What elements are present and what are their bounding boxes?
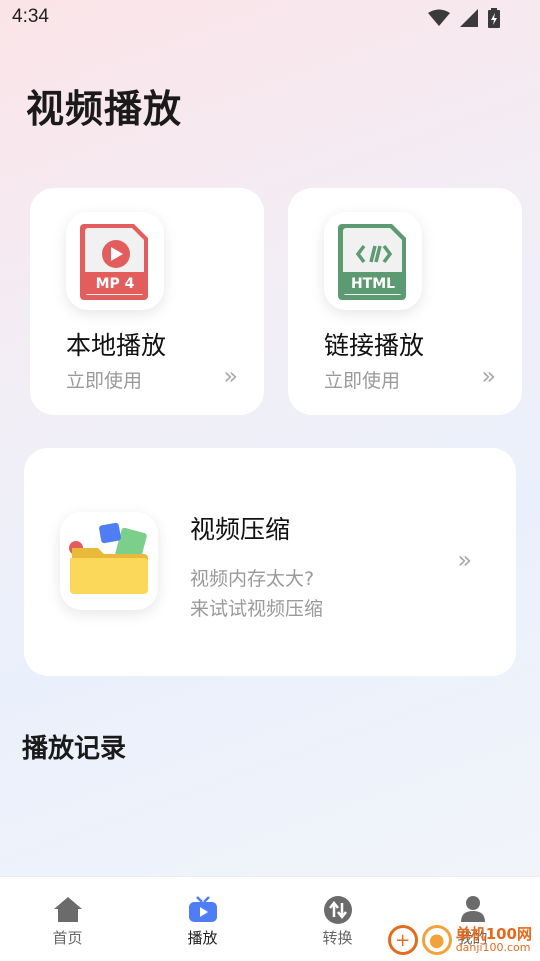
video-compress-card[interactable]: 视频压缩 视频内存太大? 来试试视频压缩 »: [24, 448, 516, 676]
tab-play[interactable]: 播放: [135, 877, 270, 961]
mp4-label: MP 4: [95, 276, 135, 292]
status-bar: 4:34: [0, 0, 540, 36]
tab-convert[interactable]: 转换: [270, 877, 405, 961]
person-icon: [460, 896, 485, 922]
status-icons: [428, 8, 500, 28]
folder-icon: [60, 512, 158, 610]
local-play-card[interactable]: MP 4 本地播放 立即使用 »: [30, 188, 264, 415]
status-time: 4:34: [12, 6, 49, 27]
tab-home-label: 首页: [52, 929, 83, 947]
link-play-subtitle: 立即使用: [324, 370, 401, 392]
watermark-logo-icon: +: [387, 925, 418, 955]
tab-play-label: 播放: [187, 929, 218, 947]
home-icon: [53, 897, 82, 922]
tab-home[interactable]: 首页: [0, 877, 135, 961]
wifi-icon: [428, 9, 450, 26]
history-section-title: 播放记录: [22, 734, 127, 764]
signal-icon: [460, 9, 478, 27]
tv-play-icon: [188, 896, 217, 922]
chevron-double-right-icon: »: [223, 362, 237, 390]
compress-title: 视频压缩: [190, 515, 291, 544]
watermark-top-text: 单机100网: [455, 924, 532, 943]
html-label: HTML: [350, 276, 396, 292]
link-play-card[interactable]: HTML 链接播放 立即使用 »: [288, 188, 522, 415]
compress-desc-line1: 视频内存太大?: [190, 568, 315, 590]
battery-icon: [488, 8, 500, 28]
chevron-double-right-icon: »: [481, 362, 495, 390]
page-title: 视频播放: [26, 87, 183, 131]
watermark-ring-icon: ●: [421, 925, 452, 955]
chevron-double-right-icon: »: [457, 546, 471, 574]
site-watermark: + ● 单机100网 danji100.com: [387, 924, 532, 955]
compress-desc-line2: 来试试视频压缩: [190, 598, 324, 620]
local-play-title: 本地播放: [66, 331, 167, 360]
convert-icon: [323, 896, 352, 924]
watermark-bottom-text: danji100.com: [455, 941, 531, 955]
tab-convert-label: 转换: [322, 929, 353, 947]
mp4-file-icon: MP 4: [66, 212, 164, 310]
link-play-title: 链接播放: [324, 331, 425, 360]
local-play-subtitle: 立即使用: [66, 370, 143, 392]
html-file-icon: HTML: [324, 212, 422, 310]
bottom-tab-bar: 首页 播放 转换 我的 + ● 单机100网 danji100.com: [0, 876, 540, 961]
